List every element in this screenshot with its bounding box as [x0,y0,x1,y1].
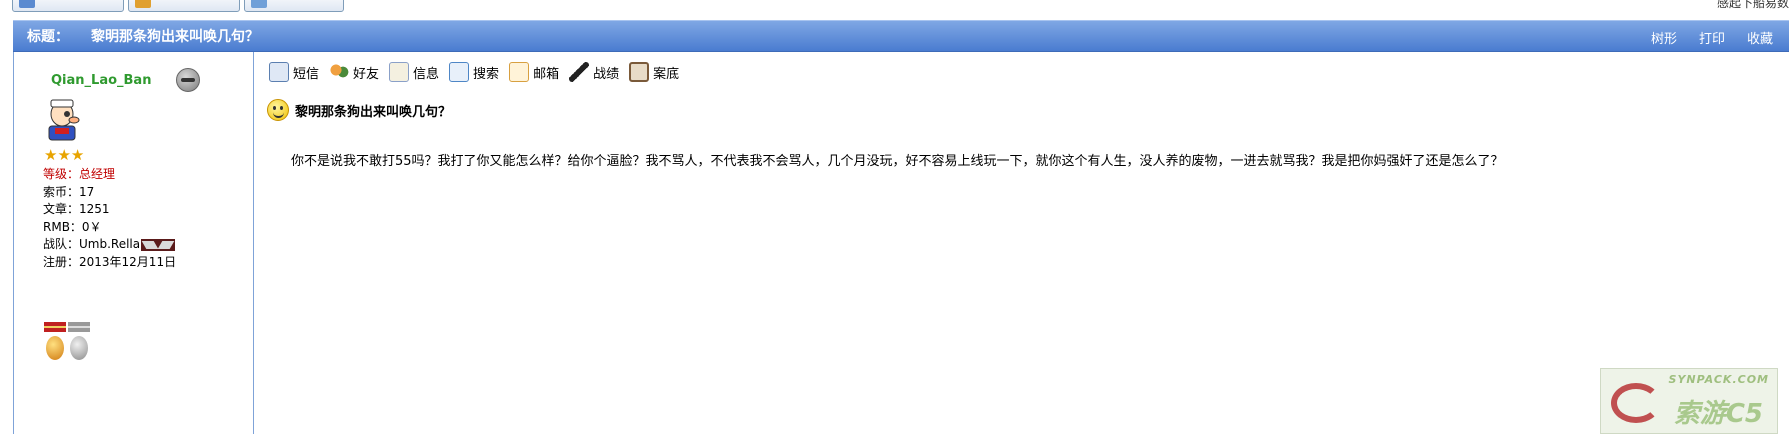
mail-icon [509,62,530,82]
toolbar-friends[interactable]: 好友 [329,62,379,82]
print-link[interactable]: 打印 [1699,28,1725,47]
registered-row: 注册：2013年12月11日 [43,254,177,269]
smiley-icon [267,99,289,121]
toolbar-file[interactable]: 案底 [629,62,679,82]
rank-row: 等级： 总经理 [43,166,176,184]
top-button-3[interactable] [244,0,344,12]
team-text: 战队：Umb.Rella [43,237,141,251]
toolbar-record[interactable]: 战绩 [569,62,619,82]
toolbar-label: 信息 [413,66,440,82]
user-toolbar: 短信 好友 信息 搜索 邮箱 战绩 案底 [269,62,679,82]
board-icon [251,0,267,8]
favorite-link[interactable]: 收藏 [1747,28,1773,47]
toolbar-label: 邮箱 [533,66,560,82]
watermark-text: 索游C5 [1673,399,1763,429]
rmb-row: RMB：0￥ [43,219,102,234]
search-icon [449,62,470,82]
toolbar-label: 搜索 [473,66,500,82]
top-button-strip: 感起下船易数 [0,0,1789,14]
toolbar-label: 好友 [353,66,380,82]
post-content-column: 短信 好友 信息 搜索 邮箱 战绩 案底 黎明那条狗出来叫唤几句？ 你不是说我不… [255,52,1789,434]
watermark-url: SYNPACK.COM [1668,373,1769,386]
post-frame: Qian_Lao_Ban ★★★ 等级： 总经理 索币：17 文章：1251 RM… [13,52,1789,434]
rank-label: 等级： [43,167,80,181]
tree-view-link[interactable]: 树形 [1651,28,1677,47]
gift-icon [135,0,151,8]
friends-icon [329,62,350,82]
post-title: 黎明那条狗出来叫唤几句？ [295,104,452,120]
record-icon [569,62,590,82]
post-title-row: 黎明那条狗出来叫唤几句？ [267,99,451,121]
toolbar-label: 案底 [653,66,680,82]
rank-stars-icon: ★★★ [44,146,85,164]
top-button-2[interactable] [128,0,240,12]
book-icon [19,0,35,8]
medals [44,322,90,362]
info-icon [389,62,410,82]
toolbar-label: 短信 [293,66,320,82]
toolbar-search[interactable]: 搜索 [449,62,499,82]
team-row: 战队：Umb.Rella [43,236,176,254]
top-button-1[interactable] [12,0,124,12]
watermark-logo-icon [1611,383,1661,423]
post-body: 你不是说我不敢打55吗？我打了你又能怎么样？给你个逼脸？我不骂人，不代表我不会骂… [291,154,1504,169]
avatar [48,99,80,141]
coins-row: 索币：17 [43,184,95,199]
toolbar-label: 战绩 [593,66,620,82]
title-actions: 树形 打印 收藏 [1651,21,1773,53]
thread-title-bar: 标题： 黎明那条狗出来叫唤几句？ 树形 打印 收藏 [13,20,1789,52]
rank-value: 总经理 [79,167,116,181]
thread-title: 黎明那条狗出来叫唤几句？ [91,29,259,45]
user-info-column: Qian_Lao_Ban ★★★ 等级： 总经理 索币：17 文章：1251 RM… [14,52,254,434]
toolbar-message[interactable]: 短信 [269,62,319,82]
user-stats: 等级： 总经理 索币：17 文章：1251 RMB：0￥ 战队：Umb.Rella… [43,166,176,271]
toolbar-mail[interactable]: 邮箱 [509,62,559,82]
file-icon [629,62,650,82]
team-flag-icon [141,238,176,251]
site-watermark: SYNPACK.COM 索游C5 [1600,368,1778,434]
message-icon [269,62,289,82]
title-label: 标题： [27,29,69,45]
online-status-icon [176,68,200,92]
top-right-text: 感起下船易数 [1716,0,1789,10]
toolbar-info[interactable]: 信息 [389,62,439,82]
username[interactable]: Qian_Lao_Ban [51,73,151,88]
silver-medal-icon [68,322,90,362]
gold-medal-icon [44,322,66,362]
posts-row: 文章：1251 [43,202,110,216]
